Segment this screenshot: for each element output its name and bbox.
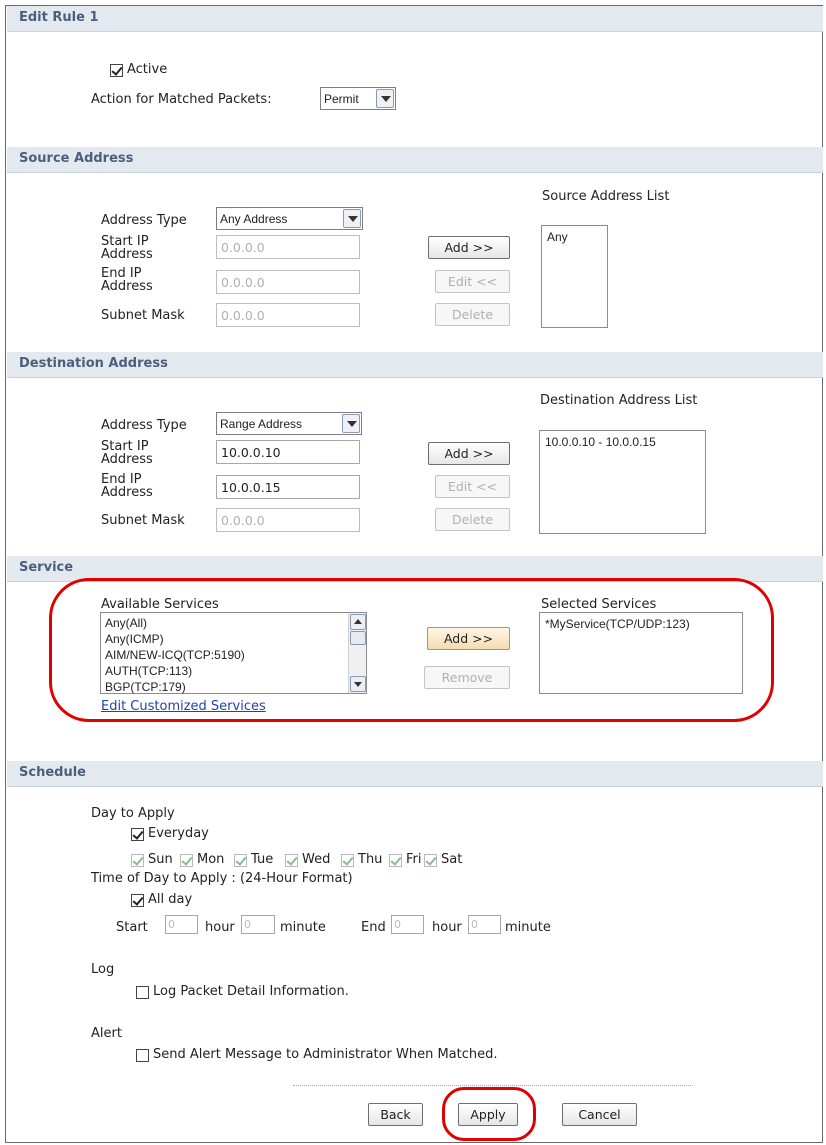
destination-address-title: Destination Address <box>19 356 168 371</box>
day-to-apply-label: Day to Apply <box>91 806 175 821</box>
start-minute-input[interactable]: 0 <box>241 915 275 934</box>
log-packet-label: Log Packet Detail Information. <box>153 984 349 999</box>
source-address-type-select[interactable]: Any Address <box>216 207 363 230</box>
destination-address-list[interactable]: 10.0.0.10 - 10.0.0.15 <box>539 430 706 534</box>
start-label: Start <box>116 920 148 935</box>
day-sun-checkbox[interactable] <box>131 854 144 867</box>
destination-start-ip-input[interactable]: 10.0.0.10 <box>216 440 360 464</box>
schedule-header: Schedule <box>7 761 823 787</box>
action-label: Action for Matched Packets: <box>91 92 272 107</box>
day-thu-label: Thu <box>358 852 383 867</box>
day-sun-label: Sun <box>148 852 173 867</box>
start-minute-label: minute <box>280 920 326 935</box>
service-title: Service <box>19 560 74 575</box>
day-mon-label: Mon <box>197 852 225 867</box>
edit-rule-title: Edit Rule 1 <box>19 10 99 25</box>
day-wed-checkbox[interactable] <box>285 854 298 867</box>
source-address-list[interactable]: Any <box>541 225 608 328</box>
destination-end-ip-label-line2: Address <box>101 485 153 500</box>
action-select[interactable]: Permit <box>320 87 396 110</box>
destination-start-ip-label: Start IP Address <box>101 440 153 466</box>
source-edit-button[interactable]: Edit << <box>435 270 510 293</box>
end-hour-input[interactable]: 0 <box>391 915 424 934</box>
everyday-label: Everyday <box>148 826 209 841</box>
edit-rule-header: Edit Rule 1 <box>7 6 823 32</box>
destination-address-type-value: Range Address <box>220 417 303 431</box>
source-add-button[interactable]: Add >> <box>428 236 510 259</box>
destination-address-type-select[interactable]: Range Address <box>216 412 362 435</box>
day-fri-label: Fri <box>406 852 422 867</box>
day-fri-checkbox[interactable] <box>389 854 402 867</box>
edit-rule-panel: Edit Rule 1 Active Action for Matched Pa… <box>5 5 823 1143</box>
destination-delete-button[interactable]: Delete <box>435 508 510 531</box>
source-start-ip-label-line2: Address <box>101 247 153 262</box>
day-wed-label: Wed <box>302 852 331 867</box>
source-subnet-input[interactable]: 0.0.0.0 <box>216 303 360 327</box>
source-subnet-label: Subnet Mask <box>101 308 185 323</box>
source-start-ip-label: Start IP Address <box>101 235 153 261</box>
end-minute-label: minute <box>505 920 551 935</box>
source-delete-button[interactable]: Delete <box>435 303 510 326</box>
day-sat-label: Sat <box>441 852 463 867</box>
chevron-down-icon <box>343 209 361 228</box>
active-checkbox[interactable] <box>110 64 123 77</box>
source-end-ip-input[interactable]: 0.0.0.0 <box>216 270 360 294</box>
source-start-ip-input[interactable]: 0.0.0.0 <box>216 235 360 259</box>
source-address-header: Source Address <box>7 147 823 173</box>
day-mon-checkbox[interactable] <box>180 854 193 867</box>
start-hour-input[interactable]: 0 <box>165 915 198 934</box>
day-tue-checkbox[interactable] <box>234 854 247 867</box>
start-hour-label: hour <box>205 920 235 935</box>
log-packet-checkbox[interactable] <box>136 986 149 999</box>
destination-add-button[interactable]: Add >> <box>428 442 510 465</box>
end-minute-input[interactable]: 0 <box>468 915 501 934</box>
list-item[interactable]: Any <box>547 229 602 245</box>
destination-address-header: Destination Address <box>7 352 823 378</box>
source-list-title: Source Address List <box>542 189 670 204</box>
destination-start-ip-label-line2: Address <box>101 452 153 467</box>
day-tue-label: Tue <box>251 852 274 867</box>
destination-list-title: Destination Address List <box>540 393 698 408</box>
source-end-ip-label: End IP Address <box>101 267 153 293</box>
log-label: Log <box>91 962 115 977</box>
list-item[interactable]: 10.0.0.10 - 10.0.0.15 <box>545 434 700 450</box>
chevron-down-icon <box>376 89 394 108</box>
chevron-down-icon <box>342 414 360 433</box>
all-day-label: All day <box>148 892 193 907</box>
cancel-button[interactable]: Cancel <box>562 1103 637 1126</box>
apply-highlight-annotation <box>442 1087 536 1141</box>
day-sat-checkbox[interactable] <box>424 854 437 867</box>
end-label: End <box>361 920 386 935</box>
destination-edit-button[interactable]: Edit << <box>435 475 510 498</box>
time-of-day-label: Time of Day to Apply : (24-Hour Format) <box>91 871 353 886</box>
destination-address-type-label: Address Type <box>101 418 187 433</box>
source-end-ip-label-line2: Address <box>101 279 153 294</box>
back-button[interactable]: Back <box>368 1103 423 1126</box>
destination-end-ip-label: End IP Address <box>101 473 153 499</box>
day-thu-checkbox[interactable] <box>341 854 354 867</box>
footer-divider <box>293 1085 693 1086</box>
source-address-title: Source Address <box>19 151 134 166</box>
schedule-title: Schedule <box>19 765 86 780</box>
destination-subnet-input[interactable]: 0.0.0.0 <box>216 508 360 532</box>
everyday-checkbox[interactable] <box>131 828 144 841</box>
source-address-type-label: Address Type <box>101 213 187 228</box>
all-day-checkbox[interactable] <box>131 894 144 907</box>
send-alert-label: Send Alert Message to Administrator When… <box>153 1047 498 1062</box>
alert-label: Alert <box>91 1026 122 1041</box>
destination-end-ip-input[interactable]: 10.0.0.15 <box>216 475 360 499</box>
service-highlight-annotation <box>49 578 774 722</box>
action-select-value: Permit <box>324 92 359 106</box>
source-address-type-value: Any Address <box>220 212 288 226</box>
end-hour-label: hour <box>432 920 462 935</box>
send-alert-checkbox[interactable] <box>136 1049 149 1062</box>
destination-subnet-label: Subnet Mask <box>101 513 185 528</box>
active-label: Active <box>127 62 168 77</box>
